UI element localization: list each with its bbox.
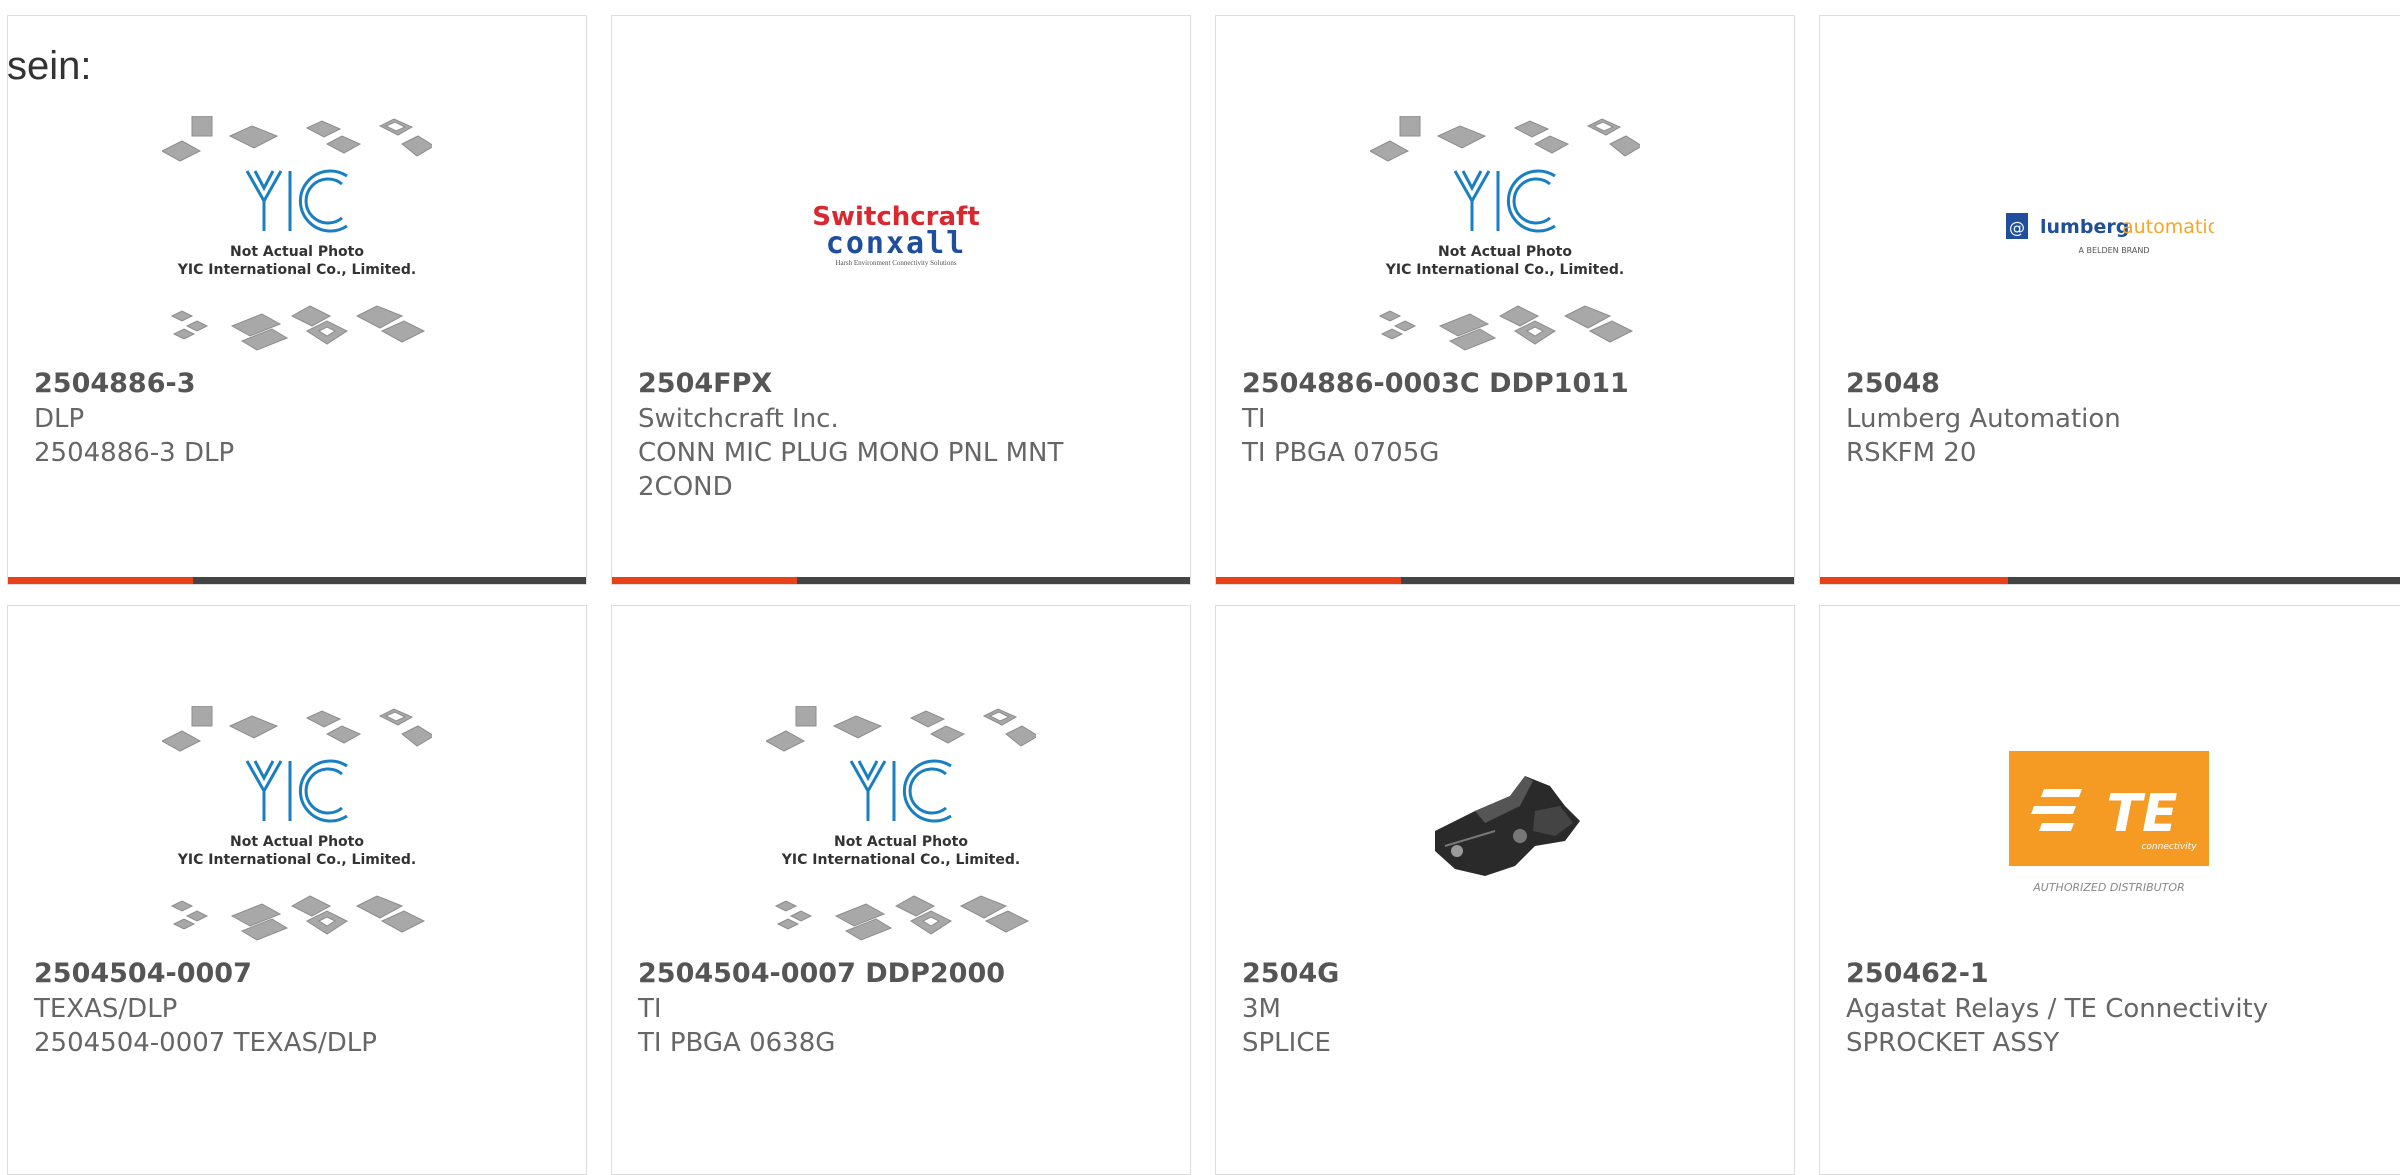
description: TI PBGA 0705G — [1242, 438, 1440, 468]
description: 2504504-0007 TEXAS/DLP — [34, 1028, 377, 1058]
product-card[interactable]: Not Actual Photo YIC International Co., L… — [611, 605, 1191, 1175]
yic-placeholder-image: Not Actual Photo YIC International Co., L… — [162, 116, 432, 351]
description: CONN MIC PLUG MONO PNL MNT 2COND — [638, 438, 1064, 502]
yic-placeholder-image: Not Actual Photo YIC International Co., L… — [162, 706, 432, 941]
part-number-link[interactable]: 250462-1 — [1846, 956, 2382, 992]
description: TI PBGA 0638G — [638, 1028, 836, 1058]
product-image[interactable]: @ lumbergautomation A BELDEN BRAND — [1820, 101, 2398, 371]
part-number-link[interactable]: 2504504-0007 — [34, 956, 560, 992]
svg-text:Not Actual Photo: Not Actual Photo — [230, 834, 364, 850]
yic-logo-mark — [245, 759, 348, 823]
product-card[interactable]: @ lumbergautomation A BELDEN BRAND 25048 L… — [1819, 15, 2400, 585]
yic-placeholder-image: Not Actual Photo YIC International Co., L… — [1370, 116, 1640, 351]
manufacturer: TI — [638, 994, 662, 1024]
progress-bar — [1820, 577, 2400, 584]
manufacturer: Lumberg Automation — [1846, 404, 2121, 434]
product-image[interactable]: Not Actual Photo YIC International Co., L… — [612, 691, 1190, 961]
progress-bar — [1216, 577, 1794, 584]
manufacturer: DLP — [34, 404, 85, 434]
progress-fill — [1820, 577, 2009, 584]
progress-bar — [8, 577, 586, 584]
svg-text:YIC International Co., Limited: YIC International Co., Limited. — [177, 852, 416, 868]
manufacturer: Switchcraft Inc. — [638, 404, 839, 434]
svg-text:YIC International Co., Limited: YIC International Co., Limited. — [177, 262, 416, 278]
svg-text:Not Actual Photo: Not Actual Photo — [1438, 244, 1572, 260]
yic-logo-mark — [849, 759, 952, 823]
product-image[interactable]: TE connectivity AUTHORIZED DISTRIBUTOR — [1820, 691, 2398, 961]
manufacturer: 3M — [1242, 994, 1281, 1024]
product-image[interactable] — [1216, 691, 1794, 961]
progress-fill — [612, 577, 797, 584]
switchcraft-logo: SwitchcraftconxallHarsh Environment Conn… — [812, 202, 980, 267]
manufacturer: TEXAS/DLP — [34, 994, 178, 1024]
description: 2504886-3 DLP — [34, 438, 235, 468]
description: SPROCKET ASSY — [1846, 1028, 2060, 1058]
svg-text:conxall: conxall — [826, 226, 966, 261]
part-number-link[interactable]: 2504886-0003C DDP1011 — [1242, 366, 1768, 402]
svg-text:automation: automation — [2122, 216, 2214, 238]
part-number-link[interactable]: 2504886-3 — [34, 366, 560, 402]
lumberg-automation-logo: @ lumbergautomation A BELDEN BRAND — [2006, 213, 2214, 255]
svg-text:lumberg: lumberg — [2040, 216, 2129, 238]
product-card[interactable]: Not Actual Photo YIC International Co., L… — [1215, 15, 1795, 585]
product-image[interactable]: Switchcraft conxall Harsh Environment Conn… — [612, 101, 1190, 371]
product-card[interactable]: Not Actual Photo YIC International Co., L… — [7, 15, 587, 585]
svg-text:YIC International Co., Limited: YIC International Co., Limited. — [1385, 262, 1624, 278]
svg-text:Harsh Environment Connectivity: Harsh Environment Connectivity Solutions — [835, 259, 956, 267]
splice-photo — [1435, 776, 1580, 876]
progress-fill — [8, 577, 193, 584]
yic-logo-mark — [245, 169, 348, 233]
progress-fill — [1216, 577, 1401, 584]
svg-text:AUTHORIZED DISTRIBUTOR: AUTHORIZED DISTRIBUTOR — [2032, 881, 2185, 894]
svg-text:A BELDEN BRAND: A BELDEN BRAND — [2078, 246, 2149, 255]
progress-bar — [612, 577, 1190, 584]
manufacturer: TI — [1242, 404, 1266, 434]
svg-text:YIC International Co., Limited: YIC International Co., Limited. — [781, 852, 1020, 868]
product-card[interactable]: 2504G 3M SPLICE — [1215, 605, 1795, 1175]
product-image[interactable]: Not Actual Photo YIC International Co., L… — [1216, 101, 1794, 371]
yic-placeholder-image: Not Actual Photo YIC International Co., L… — [766, 706, 1036, 941]
part-number-link[interactable]: 25048 — [1846, 366, 2382, 402]
product-card[interactable]: Not Actual Photo YIC International Co., L… — [7, 605, 587, 1175]
part-number-link[interactable]: 2504504-0007 DDP2000 — [638, 956, 1164, 992]
description: SPLICE — [1242, 1028, 1331, 1058]
product-card[interactable]: TE connectivity AUTHORIZED DISTRIBUTOR 250… — [1819, 605, 2400, 1175]
svg-text:TE: TE — [2107, 784, 2178, 844]
part-number-link[interactable]: 2504FPX — [638, 366, 1164, 402]
yic-logo-mark — [1453, 169, 1556, 233]
svg-text:Not Actual Photo: Not Actual Photo — [230, 244, 364, 260]
svg-text:connectivity: connectivity — [2141, 842, 2197, 852]
te-connectivity-logo: TEconnectivity AUTHORIZED DISTRIBUTOR — [2009, 751, 2209, 894]
product-image[interactable]: Not Actual Photo YIC International Co., L… — [8, 691, 586, 961]
product-image[interactable]: Not Actual Photo YIC International Co., L… — [8, 101, 586, 371]
manufacturer: Agastat Relays / TE Connectivity — [1846, 994, 2269, 1024]
product-card[interactable]: Switchcraft conxall Harsh Environment Conn… — [611, 15, 1191, 585]
page-label: sein: — [7, 44, 92, 88]
part-number-link[interactable]: 2504G — [1242, 956, 1768, 992]
description: RSKFM 20 — [1846, 438, 1977, 468]
svg-text:@: @ — [2009, 218, 2025, 237]
svg-text:Not Actual Photo: Not Actual Photo — [834, 834, 968, 850]
